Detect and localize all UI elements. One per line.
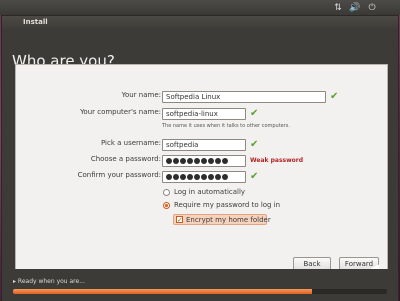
username-valid-check-icon: ✔ xyxy=(250,139,259,150)
window-titlebar[interactable]: Install xyxy=(2,16,398,30)
password-label: Choose a password: xyxy=(90,155,161,163)
password-dot xyxy=(215,158,221,164)
installer-window: Install Who are you? Your name: Softpedi… xyxy=(1,15,399,301)
require-password-radio[interactable] xyxy=(163,202,170,209)
confirm-password-field[interactable] xyxy=(162,171,246,183)
password-dot xyxy=(187,158,193,164)
username-label: Pick a username: xyxy=(100,139,161,147)
password-dot xyxy=(166,158,172,164)
ready-status: ▸ Ready when you are... xyxy=(13,278,85,285)
top-panel: ⇅ 🔊 ⏻ xyxy=(0,0,400,15)
password-dot xyxy=(208,158,214,164)
password-dot xyxy=(187,174,193,180)
form-panel: Your name: Softpedia Linux ✔ Your comput… xyxy=(15,64,388,278)
confirm-password-label: Confirm your password: xyxy=(77,171,161,179)
computer-name-field[interactable]: softpedia-linux xyxy=(162,108,246,120)
status-footer: ▸ Ready when you are... xyxy=(2,269,398,301)
name-row: Your name: xyxy=(16,90,161,103)
password-dot xyxy=(194,158,200,164)
require-password-label[interactable]: Require my password to log in xyxy=(174,201,280,209)
window-title: Install xyxy=(23,18,48,26)
username-field[interactable]: softpedia xyxy=(162,139,246,151)
power-icon[interactable]: ⏻ xyxy=(365,1,379,14)
password-dot xyxy=(194,174,200,180)
confirm-password-valid-check-icon: ✔ xyxy=(250,171,259,182)
password-dot xyxy=(201,158,207,164)
auto-login-label[interactable]: Log in automatically xyxy=(174,188,245,196)
system-tray: ⇅ 🔊 ⏻ xyxy=(328,1,379,14)
password-dot xyxy=(173,174,179,180)
computer-row: Your computer's name: xyxy=(16,107,161,120)
name-valid-check-icon: ✔ xyxy=(330,91,339,102)
password-dot xyxy=(173,158,179,164)
encrypt-home-option[interactable]: ✓ Encrypt my home folder xyxy=(173,214,271,225)
password-strength-label: Weak password xyxy=(250,157,304,164)
password-dot xyxy=(215,174,221,180)
progress-fill xyxy=(13,289,313,294)
confirm-password-mask xyxy=(166,173,242,181)
password-field[interactable] xyxy=(162,155,246,167)
password-dot xyxy=(166,174,172,180)
password-dot xyxy=(208,174,214,180)
name-label: Your name: xyxy=(121,91,161,99)
network-icon[interactable]: ⇅ xyxy=(331,1,345,14)
computer-name-label: Your computer's name: xyxy=(80,108,161,116)
password-dot xyxy=(222,174,228,180)
password-mask xyxy=(166,157,242,165)
progress-bar xyxy=(13,289,387,294)
encrypt-home-label: Encrypt my home folder xyxy=(186,216,271,224)
computer-name-hint: The name it uses when it talks to other … xyxy=(162,123,291,129)
encrypt-home-checkbox[interactable]: ✓ xyxy=(176,216,183,224)
confirm-row: Confirm your password: xyxy=(16,170,161,183)
password-dot xyxy=(180,174,186,180)
volume-icon[interactable]: 🔊 xyxy=(348,1,362,14)
password-dot xyxy=(222,158,228,164)
username-row: Pick a username: xyxy=(16,138,161,151)
computer-name-valid-check-icon: ✔ xyxy=(250,108,259,119)
name-field[interactable]: Softpedia Linux xyxy=(162,91,326,103)
auto-login-radio[interactable] xyxy=(163,189,170,196)
password-dot xyxy=(180,158,186,164)
password-row: Choose a password: xyxy=(16,154,161,167)
password-dot xyxy=(201,174,207,180)
ready-status-text: Ready when you are... xyxy=(17,278,85,285)
